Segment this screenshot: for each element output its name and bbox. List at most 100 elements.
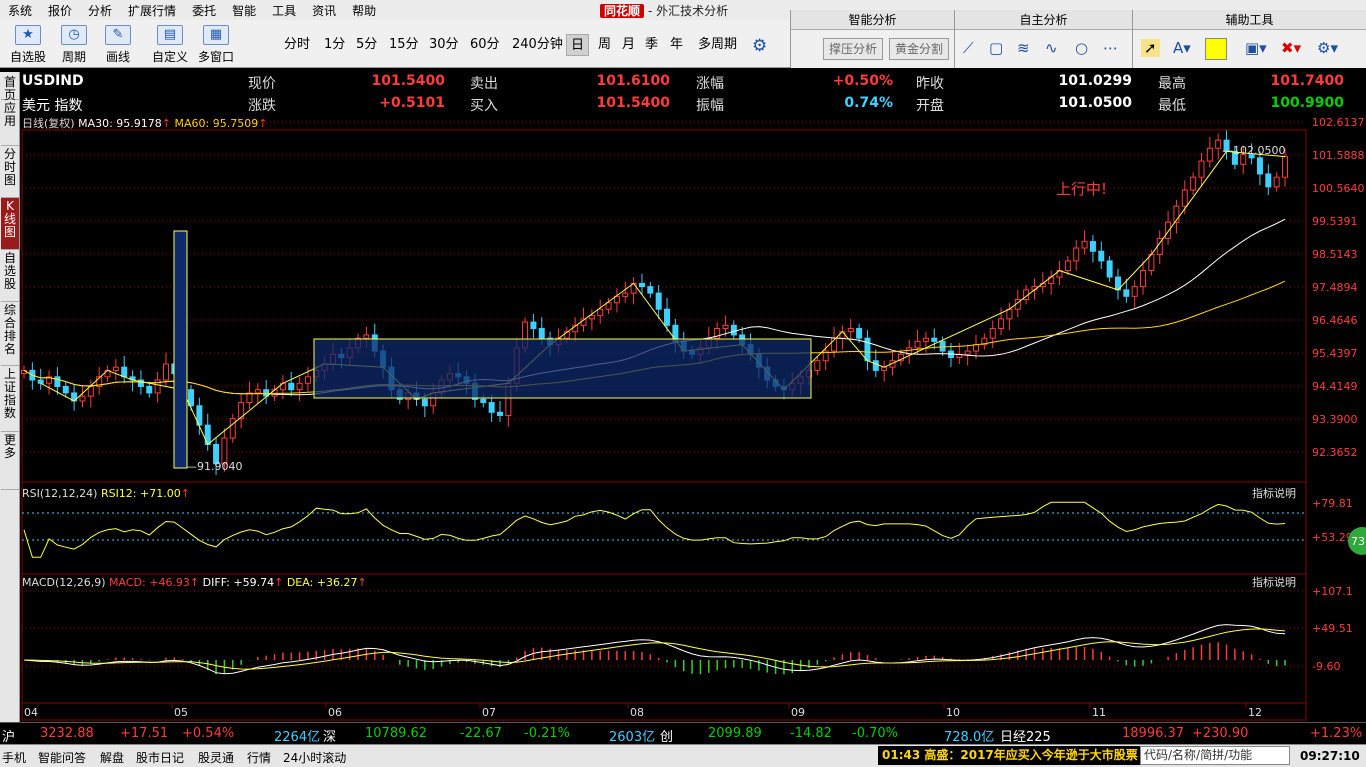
- candle-body: [497, 411, 504, 416]
- kline-header: 日线(复权) MA30: 95.9178↑ MA60: 95.7509↑: [22, 116, 267, 130]
- bottom-item-5[interactable]: 行情: [247, 749, 271, 766]
- high-label: —102.0500: [1222, 144, 1286, 157]
- candle-body: [1206, 147, 1213, 162]
- candle-body: [421, 398, 428, 407]
- candle-body: [1081, 241, 1088, 249]
- x-axis-label: 06: [328, 706, 342, 719]
- dea-arrow-icon: ↑: [357, 576, 366, 589]
- candle-body: [998, 318, 1005, 330]
- bottom-item-3[interactable]: 股市日记: [136, 749, 184, 766]
- bottom-item-0[interactable]: 手机: [2, 749, 26, 766]
- diff-value: DIFF: +59.74: [203, 576, 274, 589]
- candle-body: [121, 366, 128, 378]
- candle-body: [931, 337, 938, 342]
- price-tick-label: 94.4149: [1312, 380, 1358, 393]
- candle-body: [146, 385, 153, 394]
- candle-body: [1073, 247, 1080, 262]
- candle-body: [1006, 308, 1013, 320]
- price-tick-label: 96.4646: [1312, 314, 1358, 327]
- rsi-tick-upper: +79.81: [1312, 497, 1353, 510]
- candle-body: [1123, 289, 1130, 297]
- rsi-value: RSI12: +71.00: [101, 487, 181, 500]
- drawn-bar-box[interactable]: [173, 230, 188, 469]
- x-axis-label: 10: [946, 706, 960, 719]
- bottom-item-1[interactable]: 智能问答: [38, 749, 86, 766]
- price-tick-label: 93.3900: [1312, 413, 1358, 426]
- macd-help-button[interactable]: 指标说明: [1252, 575, 1296, 589]
- cy-value: 2099.89: [708, 726, 762, 741]
- cy-change: -14.82: [790, 726, 832, 741]
- price-tick-label: 92.3652: [1312, 446, 1358, 459]
- sh-value: 3232.88: [40, 726, 94, 741]
- rsi-label: RSI(12,12,24): [22, 487, 101, 500]
- candle-body: [296, 382, 303, 391]
- candle-body: [1190, 176, 1197, 191]
- sz-change: -22.67: [460, 726, 502, 741]
- candle-body: [973, 344, 980, 352]
- price-tick-label: 98.5143: [1312, 248, 1358, 261]
- candle-body: [588, 315, 595, 320]
- candle-body: [246, 392, 253, 404]
- consolidation-box[interactable]: [313, 338, 812, 399]
- candle-body: [664, 308, 671, 326]
- candle-body: [488, 402, 495, 413]
- candle-body: [1282, 156, 1288, 178]
- candle-body: [1140, 270, 1147, 288]
- candle-body: [597, 308, 604, 317]
- candle-body: [288, 382, 295, 391]
- candle-body: [1089, 241, 1096, 252]
- candle-body: [638, 282, 645, 288]
- rsi-help-button[interactable]: 指标说明: [1252, 486, 1296, 500]
- candle-body: [922, 337, 929, 342]
- x-axis-label: 09: [791, 706, 805, 719]
- candle-body: [162, 363, 169, 381]
- candle-body: [1215, 139, 1222, 149]
- candle-body: [1064, 260, 1071, 272]
- bottom-item-6[interactable]: 24小时滚动: [283, 749, 346, 766]
- rsi-arrow-icon: ↑: [181, 487, 190, 500]
- candle-body: [54, 376, 61, 387]
- kline-header-label: 日线(复权): [22, 116, 78, 130]
- candle-body: [1098, 250, 1105, 262]
- news-ticker[interactable]: 01:43 高盛：2017年应买入今年逊于大市股票: [878, 746, 1142, 765]
- ma60-label: MA60: 95.7509: [175, 117, 259, 130]
- rsi-header: RSI(12,12,24) RSI12: +71.00↑: [22, 487, 190, 500]
- sh-change: +17.51: [120, 726, 169, 741]
- rsi-badge-text: 73: [1351, 535, 1365, 548]
- x-axis-label: 11: [1092, 706, 1106, 719]
- candle-body: [229, 418, 236, 439]
- candle-body: [989, 328, 996, 339]
- price-tick-label: 99.5391: [1312, 215, 1358, 228]
- chart-frame: [21, 129, 1307, 721]
- candle-body: [730, 324, 737, 336]
- diff-arrow-icon: ↑: [274, 576, 287, 589]
- sh-percent: +0.54%: [182, 726, 235, 741]
- candle-body: [856, 328, 863, 339]
- candle-body: [538, 328, 545, 339]
- search-input[interactable]: 代码/名称/简拼/功能: [1140, 746, 1290, 765]
- x-axis-label: 07: [482, 706, 496, 719]
- macd-value: MACD: +46.93↑: [109, 576, 203, 589]
- sz-value: 10789.62: [365, 726, 428, 741]
- nk-label: 日经225: [1000, 730, 1051, 745]
- price-tick-label: 97.4894: [1312, 281, 1358, 294]
- nk-value: 18996.37: [1122, 726, 1185, 741]
- candle-body: [1265, 173, 1272, 188]
- nk-change: +230.90: [1192, 726, 1249, 741]
- candle-body: [79, 395, 86, 402]
- candle-body: [605, 302, 612, 310]
- macd-tick-label: +49.51: [1312, 622, 1353, 635]
- price-tick-label: 102.6137: [1312, 116, 1365, 129]
- bottom-item-4[interactable]: 股灵通: [198, 749, 234, 766]
- cy-amount: 728.0亿: [944, 730, 995, 745]
- candle-body: [847, 328, 854, 333]
- macd-label: MACD(12,26,9): [22, 576, 109, 589]
- candle-body: [112, 366, 119, 371]
- bottom-item-2[interactable]: 解盘: [100, 749, 124, 766]
- sz-label: 深: [323, 730, 337, 745]
- candle-body: [964, 350, 971, 355]
- candle-body: [914, 340, 921, 349]
- kline-chart[interactable]: 日线(复权) MA30: 95.9178↑ MA60: 95.7509↑ 102.…: [0, 0, 1366, 722]
- candle-body: [1165, 221, 1172, 239]
- nk-percent: +1.23%: [1310, 726, 1363, 741]
